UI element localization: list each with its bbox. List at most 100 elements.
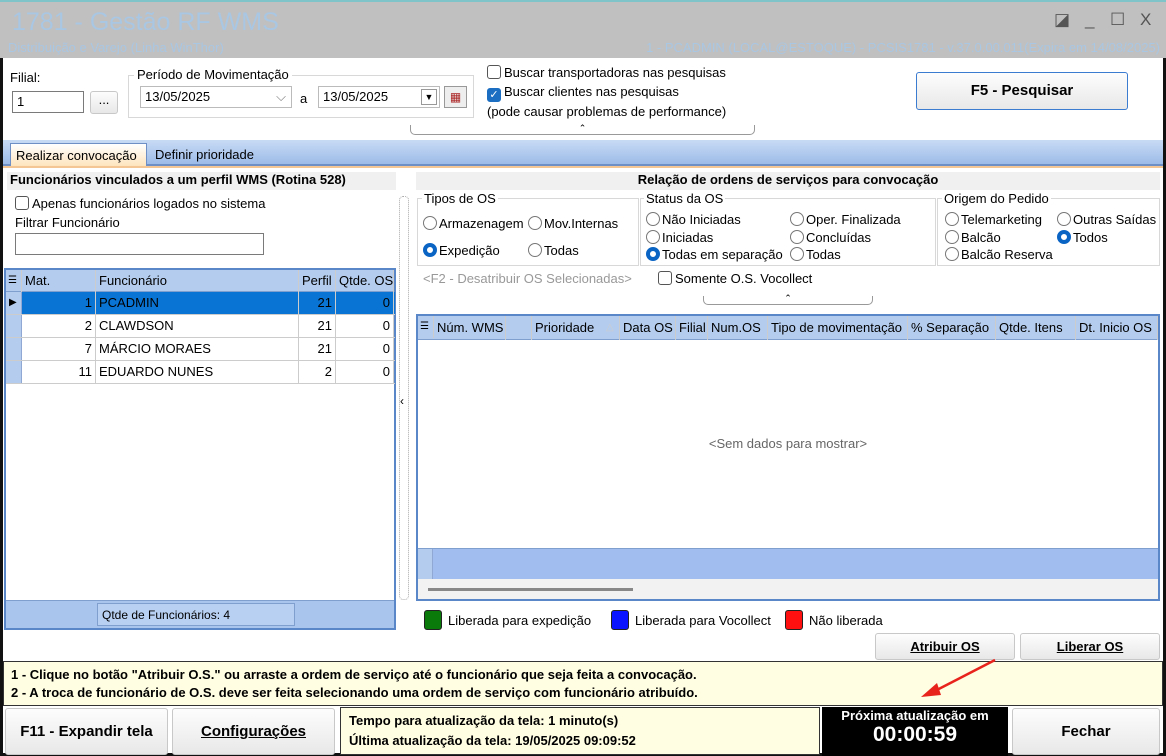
radio-selected-icon[interactable] <box>646 247 660 261</box>
grid-footer: Qtde de Funcionários: 4 <box>6 600 394 628</box>
row-indicator <box>6 361 22 383</box>
chk-vocollect-label: Somente O.S. Vocollect <box>675 271 813 286</box>
checkbox-icon[interactable] <box>658 271 672 285</box>
tab-realizar-convocacao[interactable]: Realizar convocação <box>10 143 147 166</box>
funcionarios-grid[interactable]: ☰ Mat. Funcionário Perfil Qtde. OS ▶ 1 PCA… <box>4 268 396 630</box>
legend-swatch-green <box>424 610 442 630</box>
radio-concluidas[interactable]: Concluídas <box>790 230 871 245</box>
scrollbar-thumb[interactable] <box>428 588 633 591</box>
legend-liberada-expedicao: Liberada para expedição <box>424 610 591 630</box>
chk-vocollect[interactable]: Somente O.S. Vocollect <box>658 271 812 286</box>
empty-message: <Sem dados para mostrar> <box>708 436 868 451</box>
radio-icon[interactable] <box>646 212 660 226</box>
filter-funcionario-input[interactable] <box>15 233 264 255</box>
configuracoes-button[interactable]: Configurações <box>172 708 335 755</box>
col-blank[interactable] <box>506 316 532 340</box>
column-chooser-icon[interactable]: ☰ <box>6 270 22 292</box>
maximize-button[interactable]: ☐ <box>1110 10 1125 30</box>
filial-lookup-button[interactable]: ... <box>90 91 118 114</box>
radio-icon[interactable] <box>945 247 959 261</box>
col-qtde-itens[interactable]: Qtde. Itens <box>996 316 1076 340</box>
radio-icon[interactable] <box>528 216 542 230</box>
col-filial[interactable]: Filial <box>676 316 708 340</box>
radio-nao-iniciadas[interactable]: Não Iniciadas <box>646 212 741 227</box>
chk-clientes[interactable]: ✓ Buscar clientes nas pesquisas <box>487 84 679 102</box>
status-os-label: Status da OS <box>644 191 726 206</box>
radio-icon[interactable] <box>945 212 959 226</box>
radio-icon[interactable] <box>790 212 804 226</box>
col-num-os[interactable]: Num.OS <box>708 316 768 340</box>
liberar-os-button[interactable]: Liberar OS <box>1020 633 1160 660</box>
top-splitter-handle[interactable]: ⌃ <box>410 124 755 135</box>
close-button[interactable]: X <box>1140 10 1151 30</box>
cell-qtde-os: 0 <box>336 338 394 360</box>
filial-input[interactable]: 1 <box>12 91 84 113</box>
desatribuir-link[interactable]: <F2 - Desatribuir OS Selecionadas> <box>423 271 632 286</box>
radio-tipos-todas[interactable]: Todas <box>528 243 579 258</box>
restore-style-icon[interactable]: ◪ <box>1054 10 1070 30</box>
row-indicator <box>6 315 22 337</box>
date-from-input[interactable]: 13/05/2025 ⌵ <box>140 86 292 108</box>
radio-todos[interactable]: Todos <box>1057 230 1108 245</box>
grid-splitter-handle[interactable]: ⌃ <box>703 294 873 305</box>
radio-telemarketing[interactable]: Telemarketing <box>945 212 1042 227</box>
cell-perfil: 21 <box>299 292 336 314</box>
table-row[interactable]: 7 MÁRCIO MORAES 21 0 <box>6 338 395 361</box>
radio-icon[interactable] <box>528 243 542 257</box>
cell-mat: 2 <box>22 315 96 337</box>
col-dt-inicio-os[interactable]: Dt. Inicio OS <box>1076 316 1158 340</box>
radio-selected-icon[interactable] <box>423 243 437 257</box>
radio-icon[interactable] <box>1057 212 1071 226</box>
col-mat[interactable]: Mat. <box>22 270 96 292</box>
col-funcionario[interactable]: Funcionário <box>96 270 299 292</box>
chk-transportadoras[interactable]: Buscar transportadoras nas pesquisas <box>487 65 726 80</box>
checkbox-checked-icon[interactable]: ✓ <box>487 88 501 102</box>
table-row[interactable]: 2 CLAWDSON 21 0 <box>6 315 395 338</box>
table-row[interactable]: 11 EDUARDO NUNES 2 0 <box>6 361 395 384</box>
column-chooser-icon[interactable]: ☰ <box>418 316 434 338</box>
col-qtde-os[interactable]: Qtde. OS <box>336 270 394 292</box>
table-row[interactable]: ▶ 1 PCADMIN 21 0 <box>6 292 395 315</box>
radio-expedicao[interactable]: Expedição <box>423 243 500 258</box>
ultima-atualizacao: Última atualização da tela: 19/05/2025 0… <box>349 733 636 748</box>
chk-transportadoras-label: Buscar transportadoras nas pesquisas <box>504 65 726 80</box>
expand-screen-button[interactable]: F11 - Expandir tela <box>5 708 168 755</box>
radio-icon[interactable] <box>646 230 660 244</box>
fechar-button[interactable]: Fechar <box>1012 708 1160 755</box>
col-data-os[interactable]: Data OS <box>620 316 676 340</box>
chk-logados[interactable]: Apenas funcionários logados no sistema <box>15 196 265 211</box>
col-n-m-wms[interactable]: Núm. WMS <box>434 316 506 340</box>
ordens-grid[interactable]: ☰ Núm. WMS Prioridade △ Data OS Filial Num.O… <box>416 314 1160 601</box>
radio-selected-icon[interactable] <box>1057 230 1071 244</box>
col-tipo-de-movimenta-o[interactable]: Tipo de movimentação <box>768 316 908 340</box>
radio-armazenagem[interactable]: Armazenagem <box>423 216 524 231</box>
checkbox-icon[interactable] <box>487 65 501 79</box>
radio-balcao-reserva[interactable]: Balcão Reserva <box>945 247 1053 262</box>
radio-outras-saidas[interactable]: Outras Saídas <box>1057 212 1156 227</box>
radio-todas-separacao[interactable]: Todas em separação <box>646 247 783 262</box>
radio-label: Todas <box>806 247 841 262</box>
search-button[interactable]: F5 - Pesquisar <box>916 72 1128 110</box>
radio-mov-internas[interactable]: Mov.Internas <box>528 216 618 231</box>
radio-icon[interactable] <box>945 230 959 244</box>
radio-icon[interactable] <box>423 216 437 230</box>
radio-status-todas[interactable]: Todas <box>790 247 841 262</box>
radio-balcao[interactable]: Balcão <box>945 230 1001 245</box>
col-separa-o[interactable]: % Separação <box>908 316 996 340</box>
checkbox-icon[interactable] <box>15 196 29 210</box>
legend-label: Não liberada <box>809 613 883 628</box>
col-perfil[interactable]: Perfil <box>299 270 336 292</box>
radio-oper-finalizada[interactable]: Oper. Finalizada <box>790 212 901 227</box>
collapse-left-icon[interactable]: ‹ <box>400 394 404 408</box>
horizontal-scrollbar[interactable] <box>418 579 1158 599</box>
radio-iniciadas[interactable]: Iniciadas <box>646 230 713 245</box>
chevron-down-icon[interactable]: ⌵ <box>276 89 286 105</box>
minimize-button[interactable]: _ <box>1085 10 1094 30</box>
calendar-icon[interactable]: ▦ <box>444 86 467 108</box>
radio-icon[interactable] <box>790 230 804 244</box>
tab-definir-prioridade[interactable]: Definir prioridade <box>152 147 257 162</box>
dropdown-arrow-icon[interactable]: ▼ <box>421 89 437 105</box>
radio-icon[interactable] <box>790 247 804 261</box>
date-from-value: 13/05/2025 <box>145 89 211 104</box>
date-to-input[interactable]: 13/05/2025 ▼ <box>318 86 440 108</box>
